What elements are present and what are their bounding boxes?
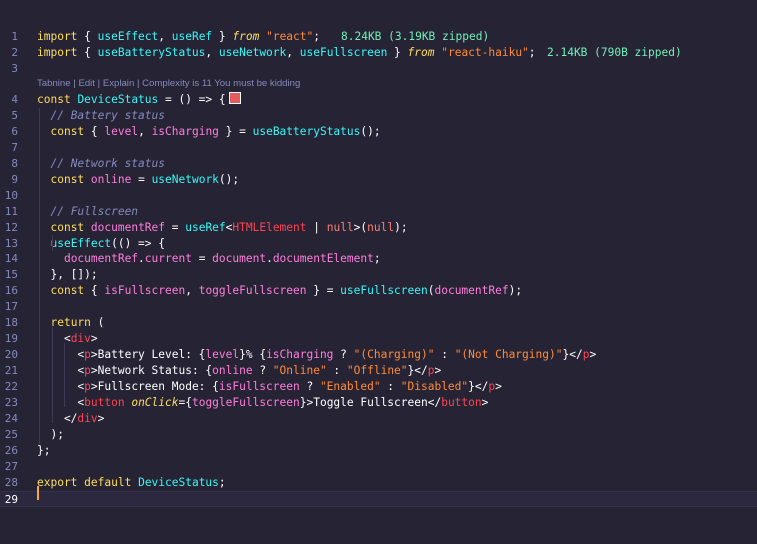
line-number: 13 [4, 237, 18, 250]
line-number: 23 [4, 396, 18, 409]
code-editor[interactable]: 1 import { useEffect, useRef } from "reac… [0, 0, 757, 544]
line-number: 17 [4, 300, 18, 313]
text-cursor [37, 486, 39, 500]
code-line[interactable]: 12 const documentRef = useRef<HTMLElemen… [0, 220, 757, 236]
code-text: // Fullscreen [50, 205, 139, 218]
indent-guide [52, 327, 53, 423]
line-number: 21 [4, 364, 18, 377]
line-number: 1 [11, 30, 18, 43]
code-line[interactable]: 26}; [0, 443, 757, 459]
line-number: 6 [11, 125, 18, 138]
code-line[interactable]: 14 documentRef.current = document.docume… [0, 251, 757, 267]
line-number: 7 [11, 141, 18, 154]
line-number: 14 [4, 252, 18, 265]
import-cost-hint: 2.14KB (790B zipped) [547, 46, 682, 59]
line-number: 11 [4, 205, 18, 218]
code-line[interactable]: 15 }, []); [0, 267, 757, 283]
line-number: 15 [4, 268, 18, 281]
code-text: }, []); [37, 268, 98, 281]
code-text: <p>Fullscreen Mode: {isFullscreen ? "Ena… [37, 380, 502, 393]
codelens-bar: Tabnine | Edit | Explain | Complexity is… [37, 78, 301, 89]
code-line[interactable]: 27 [0, 459, 757, 475]
code-text: </div> [37, 412, 105, 425]
code-line[interactable]: 10 [0, 188, 757, 204]
line-number: 28 [4, 476, 18, 489]
code-text: // Network status [50, 157, 165, 170]
code-text: const { isFullscreen, toggleFullscreen }… [50, 284, 523, 297]
line-number: 2 [11, 46, 18, 59]
line-number: 3 [11, 62, 18, 75]
code-line[interactable]: 18 return ( [0, 315, 757, 331]
code-text: useEffect(() => { [50, 237, 165, 250]
code-text: const DeviceStatus = () => { [37, 92, 241, 108]
indent-guide [52, 235, 53, 251]
code-line[interactable]: 21 <p>Network Status: {online ? "Online"… [0, 363, 757, 379]
code-line[interactable]: 22 <p>Fullscreen Mode: {isFullscreen ? "… [0, 379, 757, 395]
indent-guide [64, 343, 65, 407]
line-number: 19 [4, 332, 18, 345]
code-line[interactable]: 23 <button onClick={toggleFullscreen}>To… [0, 395, 757, 411]
line-number: 22 [4, 380, 18, 393]
code-line[interactable]: 2 import { useBatteryStatus, useNetwork, … [0, 45, 757, 61]
code-line[interactable]: 28 export default DeviceStatus; [0, 475, 757, 491]
codelens-tabnine[interactable]: Tabnine [37, 78, 71, 89]
codelens-complexity[interactable]: Complexity is 11 You must be kidding [142, 78, 300, 89]
code-text: ); [37, 428, 64, 441]
line-number: 10 [4, 189, 18, 202]
codelens-explain[interactable]: Explain [103, 78, 134, 89]
code-text: }; [37, 444, 51, 457]
code-text: export default DeviceStatus; [37, 476, 226, 489]
line-number: 29 [4, 493, 18, 506]
code-line[interactable]: 4 const DeviceStatus = () => { [0, 92, 757, 108]
code-line[interactable]: 1 import { useEffect, useRef } from "reac… [0, 29, 757, 45]
code-text: const documentRef = useRef<HTMLElement |… [50, 221, 408, 234]
code-line[interactable]: 20 <p>Battery Level: {level}% {isChargin… [0, 347, 757, 363]
code-line[interactable]: 29 [0, 491, 757, 507]
line-number: 26 [4, 444, 18, 457]
line-number: 16 [4, 284, 18, 297]
code-line[interactable]: 8 // Network status [0, 156, 757, 172]
code-text: import { useBatteryStatus, useNetwork, u… [37, 46, 536, 59]
code-line[interactable]: 11 // Fullscreen [0, 204, 757, 220]
code-text: // Battery status [50, 109, 165, 122]
line-number: 25 [4, 428, 18, 441]
code-line[interactable]: 16 const { isFullscreen, toggleFullscree… [0, 283, 757, 299]
line-number: 12 [4, 221, 18, 234]
line-number: 24 [4, 412, 18, 425]
color-swatch-marker [228, 92, 241, 104]
code-text: documentRef.current = document.documentE… [63, 252, 381, 265]
code-line[interactable]: 24 </div> [0, 411, 757, 427]
code-text: const { level, isCharging } = useBattery… [50, 125, 381, 138]
code-line[interactable]: 9 const online = useNetwork(); [0, 172, 757, 188]
indent-guide [39, 108, 40, 444]
line-number: 8 [11, 157, 18, 170]
code-line[interactable]: 17 [0, 299, 757, 315]
code-text: import { useEffect, useRef } from "react… [37, 30, 320, 43]
code-line[interactable]: 25 ); [0, 427, 757, 443]
line-number: 5 [11, 109, 18, 122]
line-number: 9 [11, 173, 18, 186]
code-line[interactable]: 6 const { level, isCharging } = useBatte… [0, 124, 757, 140]
code-text: const online = useNetwork(); [50, 173, 240, 186]
line-number: 20 [4, 348, 18, 361]
line-number: 4 [11, 93, 18, 106]
code-text: <button onClick={toggleFullscreen}>Toggl… [37, 396, 489, 409]
code-line[interactable]: 13 useEffect(() => { [0, 236, 757, 252]
code-text: <div> [37, 332, 98, 345]
codelens-edit[interactable]: Edit [78, 78, 95, 89]
code-text: return ( [50, 316, 105, 329]
line-number: 18 [4, 316, 18, 329]
code-line[interactable]: 19 <div> [0, 331, 757, 347]
code-text: <p>Battery Level: {level}% {isCharging ?… [37, 348, 597, 361]
line-number: 27 [4, 460, 18, 473]
code-text: <p>Network Status: {online ? "Online" : … [37, 364, 442, 377]
code-line[interactable]: 3 [0, 61, 757, 77]
code-line[interactable]: 7 [0, 140, 757, 156]
code-line[interactable]: 5 // Battery status [0, 108, 757, 124]
import-cost-hint: 8.24KB (3.19KB zipped) [341, 30, 490, 43]
